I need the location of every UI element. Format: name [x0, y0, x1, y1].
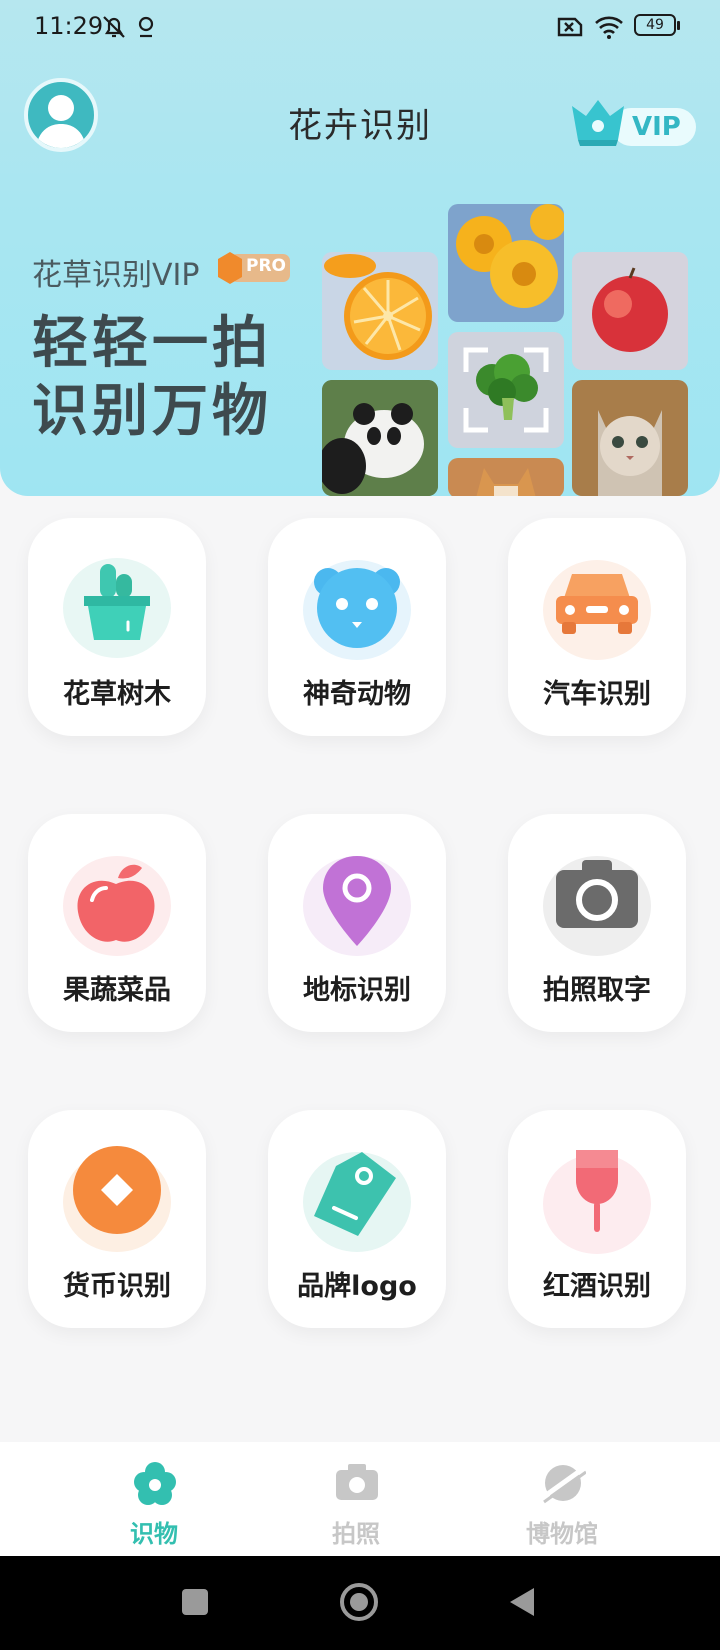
- promo-subtitle: 花草识别VIP: [32, 258, 200, 293]
- promo-headline: 轻轻一拍 识别万物: [32, 310, 272, 446]
- promo-headline-line1: 轻轻一拍: [32, 311, 272, 376]
- nav-label: 识物: [130, 1520, 178, 1548]
- battery-level: 49: [646, 17, 664, 33]
- no-sim-icon: [557, 17, 583, 37]
- nav-tab-museum[interactable]: 博物馆: [502, 1442, 622, 1556]
- flower-pot-icon: [63, 558, 171, 658]
- crown-icon: [572, 100, 624, 146]
- nav-tab-camera[interactable]: 拍照: [296, 1442, 416, 1556]
- orange-photo: [322, 252, 438, 370]
- category-label: 地标识别: [303, 975, 411, 1006]
- location-pin-icon: [303, 856, 411, 956]
- camera-icon: [336, 1464, 378, 1500]
- camera-icon: [543, 856, 651, 956]
- flower-icon: [134, 1462, 176, 1505]
- back-button[interactable]: [508, 1586, 536, 1618]
- bottom-nav: 识物 拍照 博物馆: [0, 1442, 720, 1556]
- tag-icon: [303, 1152, 411, 1252]
- category-label: 品牌logo: [297, 1271, 417, 1302]
- category-card-landmarks[interactable]: 地标识别: [268, 814, 446, 1032]
- vip-button[interactable]: VIP: [566, 94, 696, 150]
- category-label: 红酒识别: [543, 1271, 651, 1302]
- promo-headline-line2: 识别万物: [32, 379, 272, 444]
- battery-icon: 49: [634, 14, 676, 36]
- dog-photo: [448, 458, 564, 496]
- category-card-cars[interactable]: 汽车识别: [508, 518, 686, 736]
- category-label: 拍照取字: [543, 975, 651, 1006]
- category-label: 果蔬菜品: [63, 975, 171, 1006]
- category-card-plants[interactable]: 花草树木: [28, 518, 206, 736]
- home-button[interactable]: [340, 1583, 378, 1621]
- nav-tab-identify[interactable]: 识物: [94, 1442, 214, 1556]
- category-label: 货币识别: [63, 1271, 171, 1302]
- broccoli-scan-photo: [448, 332, 564, 448]
- category-card-wine[interactable]: 红酒识别: [508, 1110, 686, 1328]
- mute-notifications-icon: [103, 16, 125, 38]
- category-card-animals[interactable]: 神奇动物: [268, 518, 446, 736]
- nav-label: 拍照: [332, 1520, 380, 1548]
- wifi-icon: [595, 16, 623, 39]
- coin-icon: [63, 1146, 171, 1252]
- category-card-brand-logo[interactable]: 品牌logo: [268, 1110, 446, 1328]
- nav-label: 博物馆: [526, 1520, 598, 1548]
- wine-glass-icon: [543, 1150, 651, 1254]
- hero-banner: 11:29 49 花卉识别 VIP 花草识别VIP PRO 轻轻一拍 识别万物: [0, 0, 720, 496]
- car-icon: [543, 560, 651, 660]
- status-time: 11:29: [34, 12, 104, 40]
- system-nav-bar: [0, 1556, 720, 1650]
- cat-photo: [572, 380, 688, 496]
- category-card-produce[interactable]: 果蔬菜品: [28, 814, 206, 1032]
- apple-icon: [63, 856, 171, 956]
- category-label: 汽车识别: [543, 679, 651, 710]
- category-card-currency[interactable]: 货币识别: [28, 1110, 206, 1328]
- category-label: 神奇动物: [303, 679, 411, 710]
- category-card-text-capture[interactable]: 拍照取字: [508, 814, 686, 1032]
- status-bar: 11:29 49: [0, 0, 720, 56]
- category-label: 花草树木: [63, 679, 171, 710]
- vip-label: VIP: [632, 112, 681, 142]
- pro-label: PRO: [246, 256, 287, 276]
- apple-photo: [572, 252, 688, 370]
- planet-icon: [540, 1465, 586, 1504]
- bear-icon: [303, 560, 411, 660]
- yellow-flower-photo: [448, 204, 564, 322]
- location-status-icon: [138, 16, 154, 38]
- panda-photo: [322, 380, 438, 496]
- recent-apps-button[interactable]: [182, 1589, 208, 1615]
